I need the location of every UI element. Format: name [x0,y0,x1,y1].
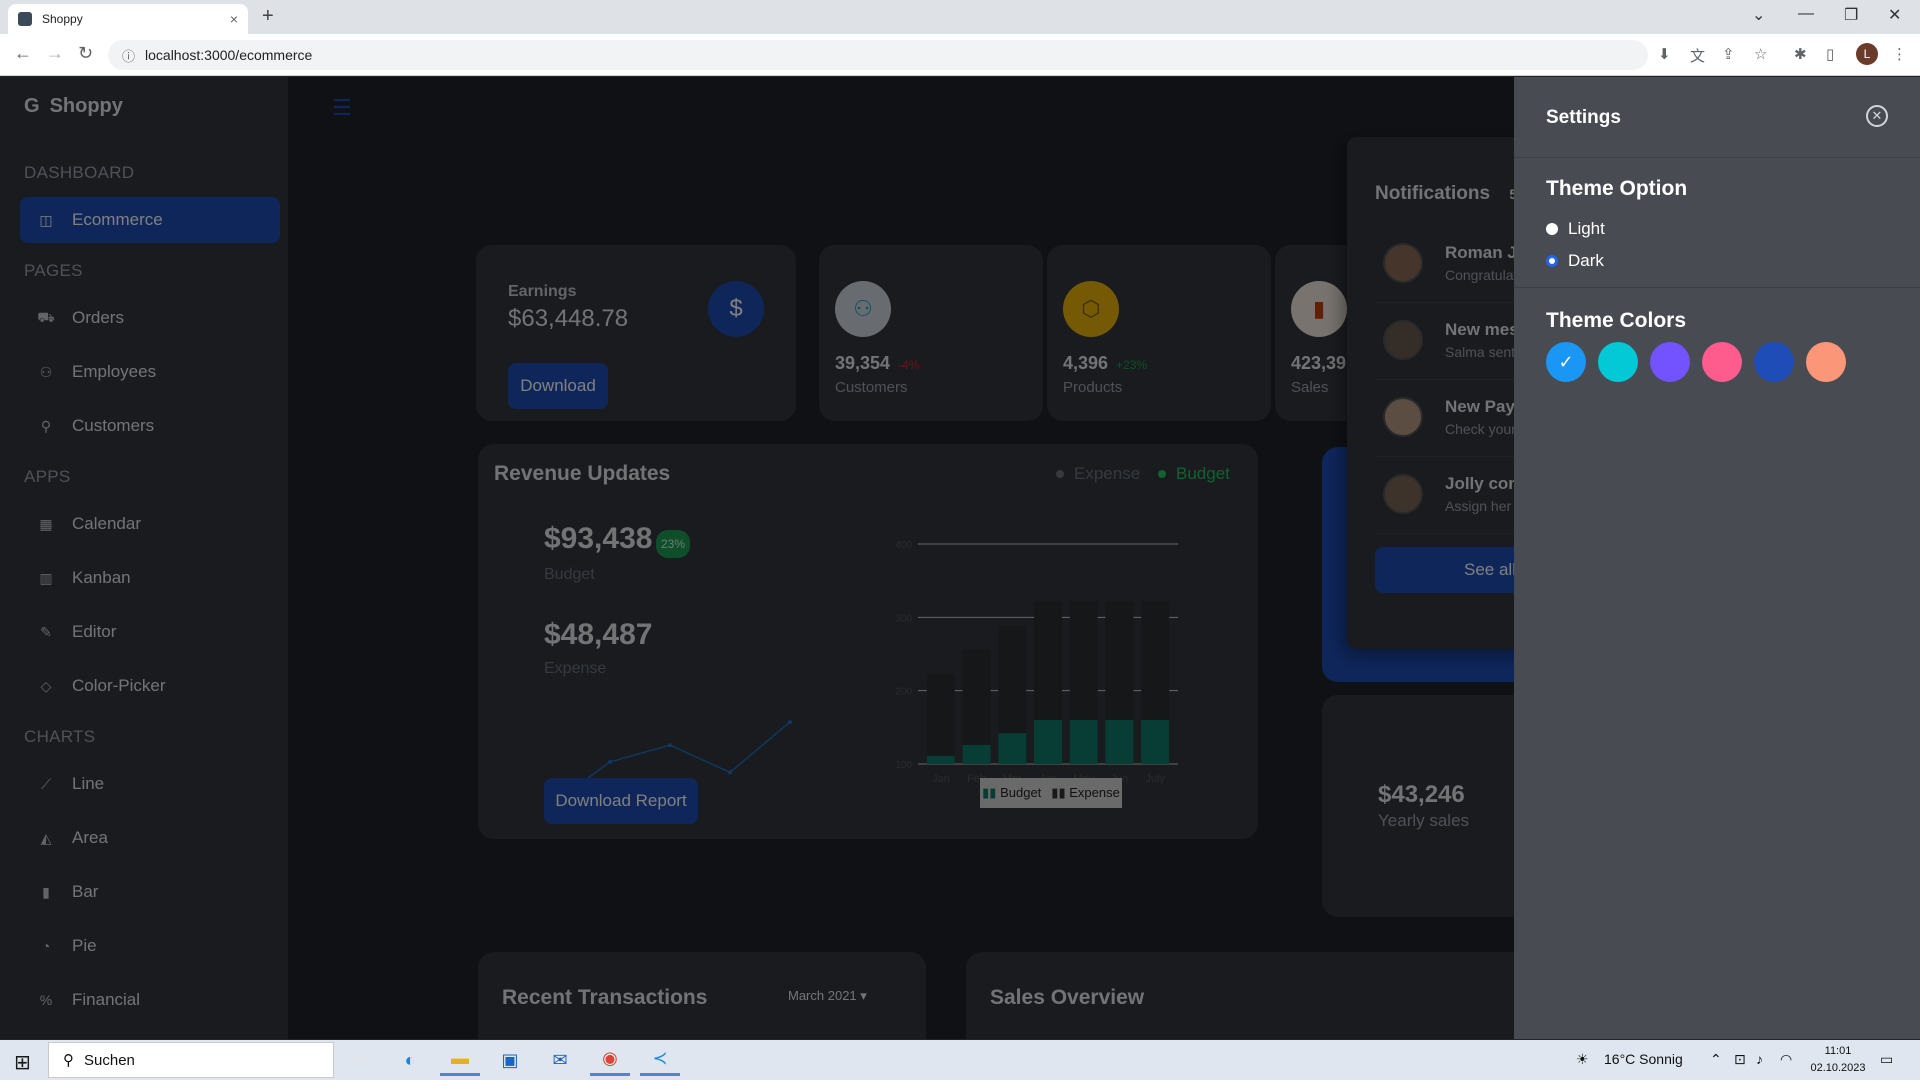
settings-panel: Settings ✕ Theme Option Light Dark Theme… [1514,77,1920,1039]
bookmark-star-icon[interactable]: ☆ [1754,45,1767,63]
tab-search-icon[interactable]: ⌄ [1752,5,1765,25]
radio-checked-icon [1546,255,1558,267]
color-swatch-pink[interactable] [1702,342,1742,382]
volume-icon[interactable]: ♪ [1756,1051,1763,1067]
vscode-icon[interactable]: ≺ [640,1044,680,1076]
search-icon: ⚲ [63,1052,74,1069]
new-tab-button[interactable]: + [262,5,274,28]
mail-icon[interactable]: ✉ [540,1044,580,1076]
url-field[interactable]: ⓘ localhost:3000/ecommerce [108,40,1648,70]
favicon-icon [18,12,32,26]
minimize-icon[interactable]: — [1798,5,1814,23]
color-swatch-purple[interactable] [1650,342,1690,382]
restore-icon[interactable]: ❐ [1844,5,1858,25]
check-icon: ✓ [1558,351,1574,372]
show-hidden-icons-icon[interactable]: ⌃ [1710,1051,1722,1068]
taskbar-search[interactable]: ⚲ Suchen [48,1042,334,1078]
clock-time: 11:01 [1824,1045,1852,1057]
theme-option-heading: Theme Option [1546,177,1688,200]
menu-dots-icon[interactable]: ⋮ [1892,45,1907,63]
close-window-icon[interactable]: ✕ [1888,5,1901,25]
settings-title: Settings [1546,107,1621,128]
radio-label: Dark [1568,251,1604,270]
edge-icon[interactable]: ◐ [390,1044,430,1076]
os-taskbar: ⊞ ⚲ Suchen ⧉ ◐ ▬ ▣ ✉ ◉ ≺ ☀ 16°C Sonnig ⌃… [0,1040,1920,1080]
profile-avatar[interactable]: L [1856,43,1878,65]
color-swatch-dark-blue[interactable] [1754,342,1794,382]
weather-text[interactable]: 16°C Sonnig [1604,1051,1683,1067]
share-icon[interactable]: ⇪ [1722,45,1735,63]
back-icon[interactable]: ← [14,43,32,64]
color-swatch-orange[interactable] [1806,342,1846,382]
extensions-icon[interactable]: ✱ [1794,45,1807,63]
radio-label: Light [1568,219,1605,238]
theme-dark-radio[interactable]: Dark [1546,251,1604,271]
close-settings-icon[interactable]: ✕ [1866,105,1888,127]
side-panel-icon[interactable]: ▯ [1826,45,1834,63]
site-info-icon[interactable]: ⓘ [122,46,135,65]
wifi-icon[interactable]: ◠ [1780,1051,1792,1068]
divider [1514,157,1920,158]
tab-close-icon[interactable]: × [230,11,238,27]
chrome-icon[interactable]: ◉ [590,1044,630,1076]
translate-icon[interactable]: 文 [1690,45,1705,66]
forward-icon[interactable]: → [46,43,64,64]
weather-icon[interactable]: ☀ [1576,1051,1589,1068]
windows-start-icon[interactable]: ⊞ [14,1050,31,1075]
store-icon[interactable]: ▣ [490,1044,530,1076]
modal-overlay[interactable] [0,77,1514,1039]
radio-unchecked-icon [1546,223,1558,235]
color-swatch-cyan[interactable] [1598,342,1638,382]
browser-tab-bar: Shoppy × + ⌄ — ❐ ✕ [0,0,1920,34]
url-text: localhost:3000/ecommerce [145,47,313,63]
taskbar-search-text: Suchen [84,1051,135,1069]
clock-date: 02.10.2023 [1810,1062,1866,1074]
divider [1514,287,1920,288]
theme-light-radio[interactable]: Light [1546,219,1605,239]
browser-address-bar: ← → ↻ ⓘ localhost:3000/ecommerce ⬇ 文 ⇪ ☆… [0,34,1920,76]
task-view-icon[interactable]: ⧉ [340,1044,380,1076]
reload-icon[interactable]: ↻ [78,43,93,64]
network-icon[interactable]: ⊡ [1734,1051,1746,1068]
file-explorer-icon[interactable]: ▬ [440,1044,480,1076]
theme-colors-heading: Theme Colors [1546,309,1687,332]
browser-tab[interactable]: Shoppy × [8,4,248,34]
app-viewport: G Shoppy DASHBOARD ◫ Ecommerce PAGES ⛟ O… [0,77,1920,1039]
color-swatch-blue[interactable]: ✓ [1546,342,1586,382]
notification-center-icon[interactable]: ▭ [1880,1051,1893,1068]
tab-title: Shoppy [42,12,83,26]
install-icon[interactable]: ⬇ [1658,45,1671,63]
clock[interactable]: 11:01 02.10.2023 [1808,1043,1868,1077]
